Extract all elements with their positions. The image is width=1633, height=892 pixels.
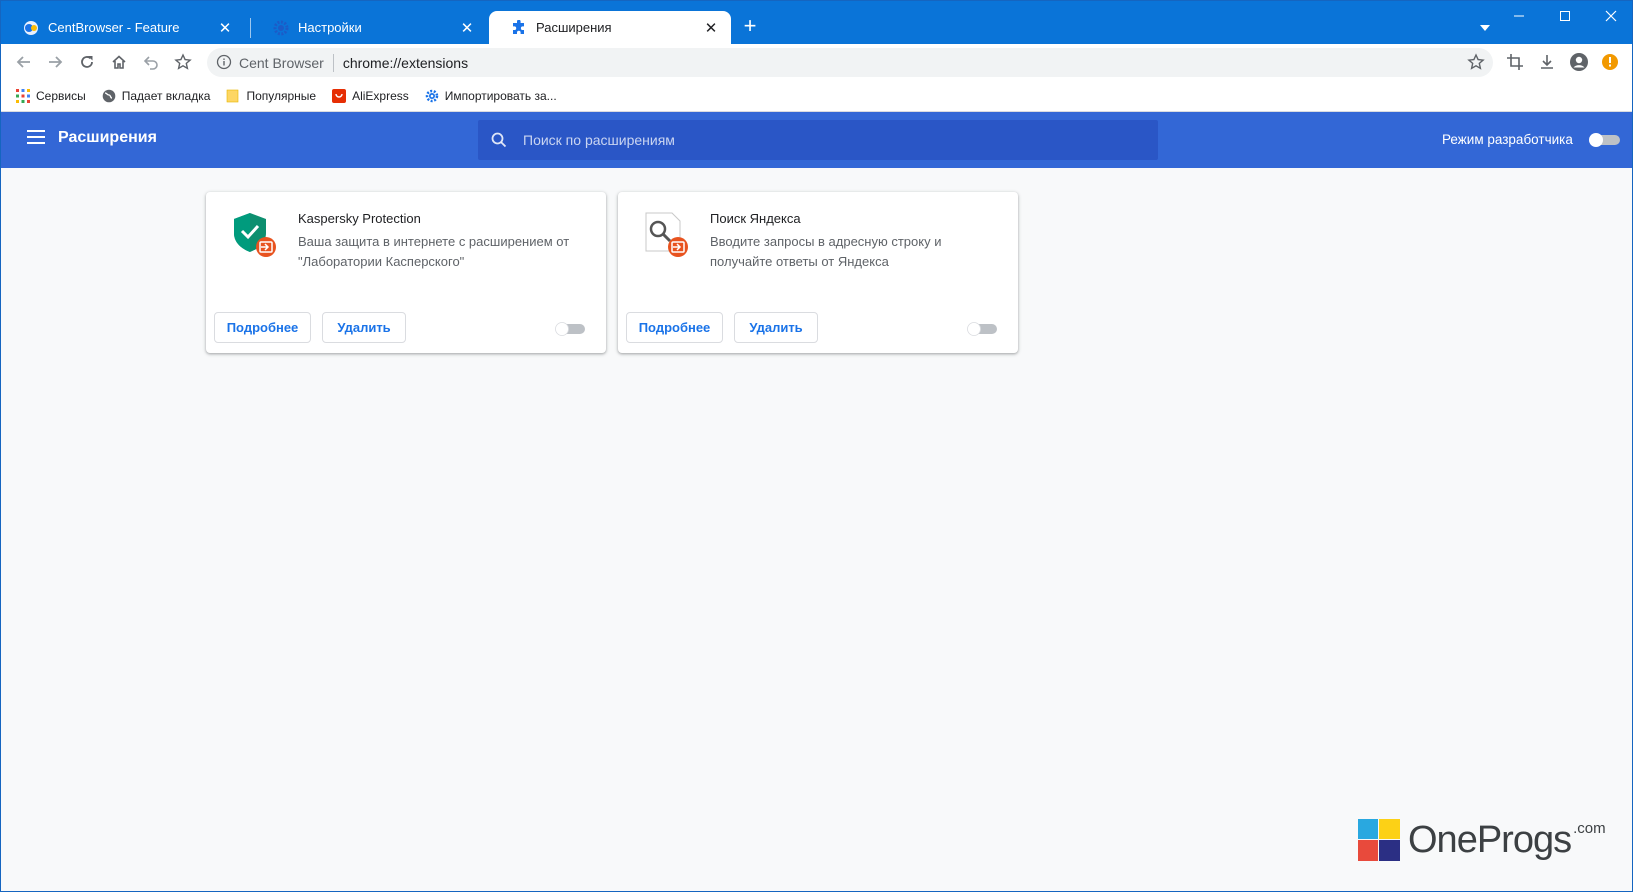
kaspersky-shield-icon xyxy=(230,211,278,259)
extension-name: Kaspersky Protection xyxy=(298,211,421,226)
extension-description: Вводите запросы в адресную строку и полу… xyxy=(710,234,942,269)
home-button[interactable] xyxy=(107,50,131,74)
apps-grid-icon xyxy=(16,88,30,103)
tab-centbrowser[interactable]: CentBrowser - Feature ✕ xyxy=(1,11,245,44)
update-warning-icon[interactable] xyxy=(1598,50,1622,74)
tab-title: CentBrowser - Feature xyxy=(48,20,180,35)
tab-title: Настройки xyxy=(298,20,362,35)
close-window-button[interactable] xyxy=(1588,1,1633,31)
address-bar[interactable]: Cent Browser chrome://extensions xyxy=(207,48,1493,77)
extension-card-yandex-search: Поиск Яндекса Вводите запросы в адресную… xyxy=(618,192,1018,353)
bookmark-popular-folder[interactable]: Популярные xyxy=(226,89,316,103)
close-icon[interactable]: ✕ xyxy=(703,20,719,37)
tab-title: Расширения xyxy=(536,20,612,35)
tab-settings[interactable]: Настройки ✕ xyxy=(251,11,487,44)
extension-description: Ваша защита в интернете с расширением от… xyxy=(298,234,570,269)
divider xyxy=(332,53,334,72)
minimize-button[interactable] xyxy=(1496,1,1542,31)
extension-enable-toggle[interactable] xyxy=(966,322,998,336)
oneprogs-logo-icon xyxy=(1358,819,1400,861)
bookmark-label: Популярные xyxy=(246,88,317,103)
close-icon[interactable]: ✕ xyxy=(459,20,475,37)
folder-icon xyxy=(226,89,240,103)
extension-card-kaspersky: Kaspersky Protection Ваша защита в интер… xyxy=(206,192,606,353)
reload-button[interactable] xyxy=(75,50,99,74)
page-title: Расширения xyxy=(58,129,157,146)
bookmark-label: Сервисы xyxy=(36,88,86,103)
forward-button[interactable] xyxy=(43,50,67,74)
tab-strip: CentBrowser - Feature ✕ Настройки ✕ Расш… xyxy=(1,1,1632,44)
dev-mode-label: Режим разработчика xyxy=(1442,132,1573,147)
download-icon[interactable] xyxy=(1535,50,1559,74)
settings-gear-icon xyxy=(273,20,289,36)
extension-name: Поиск Яндекса xyxy=(710,211,801,226)
profile-avatar-icon[interactable] xyxy=(1567,50,1591,74)
watermark-text: OneProgs xyxy=(1408,819,1572,861)
bookmark-label: AliExpress xyxy=(352,88,409,103)
undo-close-tab-button[interactable] xyxy=(139,50,163,74)
info-icon[interactable] xyxy=(216,54,232,70)
bookmarks-bar: Сервисы Падает вкладка Популярные AliExp… xyxy=(1,80,1632,112)
gear-icon xyxy=(425,89,439,103)
star-icon[interactable] xyxy=(1467,53,1485,71)
watermark-suffix: .com xyxy=(1573,820,1606,837)
centbrowser-icon xyxy=(23,20,39,36)
new-tab-button[interactable]: + xyxy=(739,15,761,37)
search-icon xyxy=(490,131,508,149)
bookmark-label: Импортировать за... xyxy=(444,88,557,103)
tab-extensions[interactable]: Расширения ✕ xyxy=(489,11,731,44)
menu-icon[interactable] xyxy=(27,130,45,146)
screenshot-crop-icon[interactable] xyxy=(1503,50,1527,74)
globe-icon xyxy=(102,89,116,103)
remove-button[interactable]: Удалить xyxy=(734,312,818,343)
tab-search-chevron-icon[interactable] xyxy=(1477,21,1493,35)
bookmark-aliexpress[interactable]: AliExpress xyxy=(332,88,409,103)
oneprogs-watermark: OneProgs .com xyxy=(1358,819,1606,861)
site-chip: Cent Browser xyxy=(239,54,324,71)
maximize-button[interactable] xyxy=(1542,1,1588,31)
extension-enable-toggle[interactable] xyxy=(554,322,586,336)
search-input[interactable] xyxy=(523,128,1143,152)
browser-toolbar: Cent Browser chrome://extensions xyxy=(1,44,1632,80)
bookmark-import[interactable]: Импортировать за... xyxy=(425,89,557,103)
dev-mode-toggle[interactable] xyxy=(1587,133,1621,147)
bookmark-tab-crash[interactable]: Падает вкладка xyxy=(102,88,211,103)
details-button[interactable]: Подробнее xyxy=(626,312,723,343)
back-button[interactable] xyxy=(12,50,36,74)
details-button[interactable]: Подробнее xyxy=(214,312,311,343)
bookmark-star-button[interactable] xyxy=(171,50,195,74)
remove-button[interactable]: Удалить xyxy=(322,312,406,343)
extensions-header: Расширения Режим разработчика xyxy=(1,112,1632,168)
url-text[interactable]: chrome://extensions xyxy=(343,55,468,71)
bookmark-label: Падает вкладка xyxy=(121,88,211,103)
bookmark-services[interactable]: Сервисы xyxy=(16,88,86,103)
puzzle-icon xyxy=(511,19,527,36)
yandex-search-magnifier-icon xyxy=(642,211,690,259)
aliexpress-icon xyxy=(332,88,347,103)
extensions-search[interactable] xyxy=(478,120,1158,160)
close-icon[interactable]: ✕ xyxy=(217,20,233,37)
